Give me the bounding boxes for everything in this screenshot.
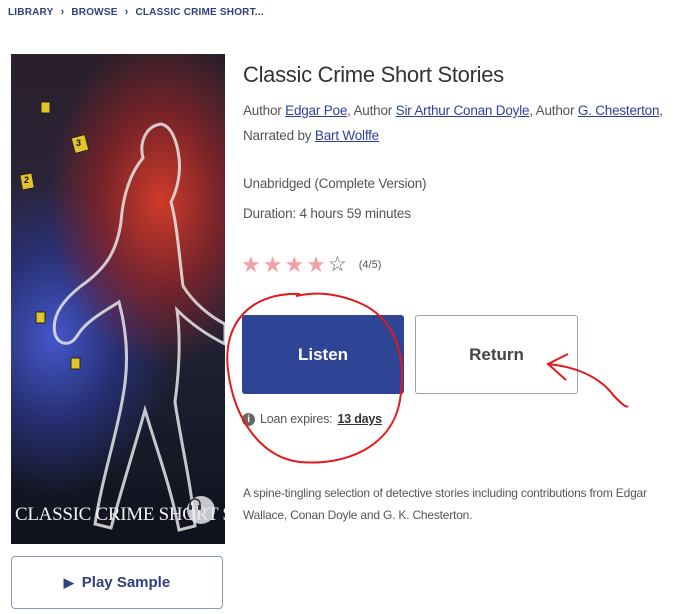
cover-marker-label: 3: [76, 138, 82, 148]
breadcrumb-browse[interactable]: BROWSE: [71, 7, 117, 18]
listen-label: Listen: [297, 344, 349, 364]
rating-text: (4/5): [358, 259, 382, 271]
author-link-chesterton[interactable]: G. Chesterton: [578, 103, 660, 118]
author-link-doyle[interactable]: Sir Arthur Conan Doyle: [396, 103, 530, 118]
breadcrumb-library[interactable]: LIBRARY: [8, 7, 53, 18]
author-credits: Author Edgar Poe, Author Sir Arthur Cona…: [243, 103, 663, 143]
star-full-icon: ★: [284, 252, 305, 277]
loan-days[interactable]: 13 days: [337, 412, 382, 426]
author-link-poe[interactable]: Edgar Poe: [285, 103, 347, 118]
book-title: Classic Crime Short Stories: [243, 62, 504, 87]
loan-expiry: i Loan expires: 13 days: [242, 412, 382, 426]
star-full-icon: ★: [262, 252, 283, 277]
author-prefix: Author: [243, 103, 282, 118]
play-sample-label: Play Sample: [81, 574, 171, 591]
author-prefix: Author: [353, 103, 393, 118]
edition-text: Unabridged (Complete Version): [243, 176, 427, 191]
book-description: A spine-tingling selection of detective …: [243, 486, 647, 522]
chevron-right-icon: ›: [60, 6, 65, 18]
headphones-icon[interactable]: [187, 496, 215, 524]
play-sample-button[interactable]: ▶ Play Sample: [11, 556, 223, 609]
return-button[interactable]: Return: [415, 315, 578, 394]
breadcrumb-current: CLASSIC CRIME SHORT...: [135, 6, 264, 18]
narrator-prefix: Narrated by: [243, 128, 312, 143]
book-cover: 3 2 CLASSIC CRIME SHORT STORIES: [11, 54, 225, 544]
cover-artwork: [19, 101, 225, 532]
play-icon: ▶: [63, 574, 74, 590]
narrator-link[interactable]: Bart Wolffe: [315, 128, 379, 143]
cover-marker-label: 2: [24, 175, 30, 185]
breadcrumb: LIBRARY › BROWSE › CLASSIC CRIME SHORT..…: [8, 6, 264, 18]
loan-prefix: Loan expires:: [260, 412, 333, 426]
star-rating: ★ ★ ★ ★ ☆ (4/5): [241, 254, 381, 276]
info-icon: i: [242, 412, 255, 426]
star-full-icon: ★: [241, 252, 261, 277]
listen-button[interactable]: Listen: [242, 315, 404, 394]
star-empty-icon: ☆: [327, 253, 347, 276]
headphones-icon-glyph: [189, 498, 201, 510]
duration-text: Duration: 4 hours 59 minutes: [243, 206, 411, 221]
author-prefix: Author: [535, 103, 575, 118]
return-label: Return: [469, 344, 524, 364]
star-full-icon: ★: [306, 252, 326, 277]
chevron-right-icon: ›: [124, 6, 129, 18]
